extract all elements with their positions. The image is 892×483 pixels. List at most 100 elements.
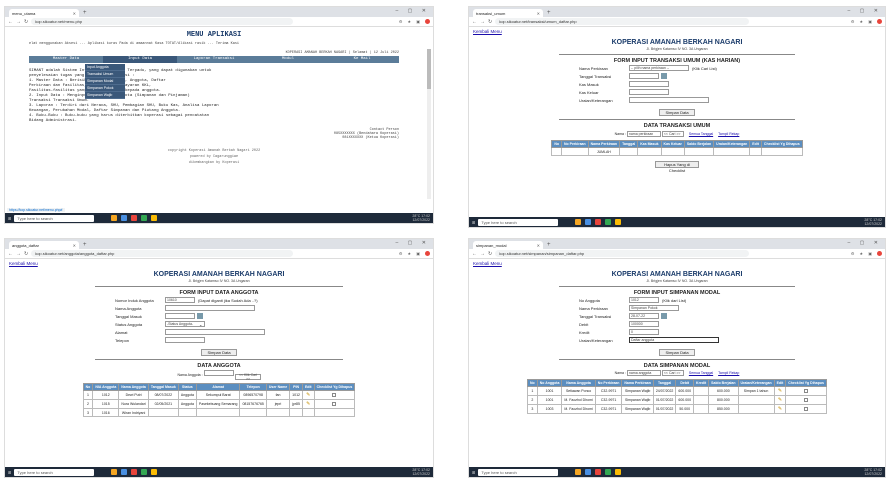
nama-anggota-input[interactable]: [165, 305, 255, 311]
calendar-icon[interactable]: [661, 73, 667, 79]
scrollbar[interactable]: [427, 49, 431, 199]
calendar-icon[interactable]: [197, 313, 203, 319]
windows-start-icon[interactable]: ⊞: [472, 470, 475, 475]
forward-icon[interactable]: →: [480, 251, 485, 257]
delete-checkbox[interactable]: [804, 406, 809, 411]
search-input[interactable]: [203, 370, 234, 376]
url-field[interactable]: kop.sikoatur.net/menu.php: [31, 18, 293, 25]
app-icon[interactable]: [131, 215, 138, 221]
reload-icon[interactable]: ↻: [24, 251, 28, 257]
app-icon[interactable]: [141, 469, 148, 475]
app-icon[interactable]: [121, 215, 128, 221]
nama-perkiraan-select[interactable]: Simpanan Pokok: [629, 305, 679, 311]
nia-input[interactable]: 10610: [165, 297, 195, 303]
back-icon[interactable]: ←: [8, 251, 13, 257]
delete-checked-button[interactable]: Hapus Yang di Checklist: [655, 161, 699, 173]
browser-tab[interactable]: simpanan_modal ✕: [473, 241, 543, 249]
nav-modul[interactable]: Modul: [251, 56, 325, 63]
dropdown-item[interactable]: Input Anggota: [85, 64, 125, 71]
uraian-input[interactable]: [629, 97, 709, 103]
kas-keluar-input[interactable]: [629, 89, 669, 95]
back-icon[interactable]: ←: [8, 19, 13, 25]
back-to-menu-link[interactable]: Kembali Menu: [473, 261, 502, 266]
close-tab-icon[interactable]: ✕: [537, 243, 540, 248]
app-icon[interactable]: [141, 215, 148, 221]
profile-icon[interactable]: [425, 251, 430, 256]
delete-checkbox[interactable]: [804, 397, 809, 402]
extensions-icon[interactable]: ⚙ ★ ▣: [399, 251, 422, 256]
window-controls[interactable]: – ▢ ✕: [396, 240, 430, 246]
all-dates-link[interactable]: Semua Tanggal: [689, 132, 713, 136]
window-controls[interactable]: – ▢ ✕: [848, 8, 882, 14]
save-button[interactable]: Simpan Data: [201, 349, 237, 356]
back-icon[interactable]: ←: [472, 19, 477, 25]
url-field[interactable]: kop.sikoatur.net/anggota/anggota_daftar.…: [31, 250, 293, 257]
app-icon[interactable]: [131, 469, 138, 475]
delete-checkbox[interactable]: [332, 392, 337, 397]
taskbar-search[interactable]: Type here to search: [14, 214, 95, 222]
reload-icon[interactable]: ↻: [24, 19, 28, 25]
app-icon[interactable]: [615, 469, 622, 475]
forward-icon[interactable]: →: [480, 19, 485, 25]
app-icon[interactable]: [151, 469, 158, 475]
show-recap-link[interactable]: Tampil Rekap: [718, 371, 739, 375]
dropdown-item[interactable]: Simpanan Modal: [85, 78, 125, 85]
taskbar-search[interactable]: Type here to search: [14, 468, 95, 476]
windows-start-icon[interactable]: ⊞: [8, 470, 11, 475]
app-icon[interactable]: [595, 469, 602, 475]
delete-checkbox[interactable]: [804, 388, 809, 393]
extensions-icon[interactable]: ⚙ ★ ▣: [399, 19, 422, 24]
app-icon[interactable]: [595, 219, 602, 225]
taskbar-search[interactable]: Type here to search: [478, 468, 559, 476]
kredit-input[interactable]: 0: [629, 329, 659, 335]
windows-start-icon[interactable]: ⊞: [472, 220, 475, 225]
back-icon[interactable]: ←: [472, 251, 477, 257]
profile-icon[interactable]: [877, 19, 882, 24]
profile-icon[interactable]: [425, 19, 430, 24]
windows-start-icon[interactable]: ⊞: [8, 216, 11, 221]
edit-pencil-icon[interactable]: ✎: [306, 392, 310, 398]
search-input[interactable]: nama perkiraan: [626, 131, 661, 137]
forward-icon[interactable]: →: [16, 19, 21, 25]
delete-checkbox[interactable]: [332, 401, 337, 406]
edit-pencil-icon[interactable]: ✎: [778, 406, 782, 412]
extensions-icon[interactable]: ⚙ ★ ▣: [851, 19, 874, 24]
back-to-menu-link[interactable]: Kembali Menu: [473, 29, 502, 34]
url-field[interactable]: kop.sikoatur.net/transaksi/umum_daftar.p…: [495, 18, 750, 25]
browser-tab[interactable]: menu_utama ✕: [9, 9, 79, 17]
app-icon[interactable]: [575, 219, 582, 225]
extensions-icon[interactable]: ⚙ ★ ▣: [851, 251, 874, 256]
app-icon[interactable]: [575, 469, 582, 475]
profile-icon[interactable]: [877, 251, 882, 256]
calendar-icon[interactable]: [661, 313, 667, 319]
reload-icon[interactable]: ↻: [488, 251, 492, 257]
tanggal-masuk-input[interactable]: [165, 313, 195, 319]
forward-icon[interactable]: →: [16, 251, 21, 257]
app-icon[interactable]: [151, 215, 158, 221]
app-icon[interactable]: [585, 469, 592, 475]
search-button[interactable]: << Cari >>: [661, 131, 684, 137]
debit-input[interactable]: 100000: [629, 321, 659, 327]
new-tab-icon[interactable]: +: [83, 241, 87, 249]
url-field[interactable]: kop.sikoatur.net/simpanan/simpanan_dafta…: [495, 250, 750, 257]
new-tab-icon[interactable]: +: [547, 241, 551, 249]
dropdown-item[interactable]: Transaksi Umum: [85, 71, 125, 78]
close-tab-icon[interactable]: ✕: [73, 11, 76, 16]
dropdown-item[interactable]: Simpanan Pokok: [85, 85, 125, 92]
back-to-menu-link[interactable]: Kembali Menu: [9, 261, 38, 266]
show-recap-link[interactable]: Tampil Rekap: [718, 132, 739, 136]
window-controls[interactable]: – ▢ ✕: [396, 8, 430, 14]
edit-pencil-icon[interactable]: ✎: [778, 397, 782, 403]
alamat-input[interactable]: [165, 329, 265, 335]
taskbar-search[interactable]: Type here to search: [478, 218, 559, 226]
uraian-input[interactable]: Daftar anggota: [629, 337, 719, 343]
edit-pencil-icon[interactable]: ✎: [306, 401, 310, 407]
telepon-input[interactable]: [165, 337, 205, 343]
new-tab-icon[interactable]: +: [83, 9, 87, 17]
window-controls[interactable]: – ▢ ✕: [848, 240, 882, 246]
nav-input-data[interactable]: Input Data: [103, 56, 177, 63]
browser-tab[interactable]: transaksi_umum ✕: [473, 9, 543, 17]
app-icon[interactable]: [615, 219, 622, 225]
search-input[interactable]: nama anggota: [626, 370, 661, 376]
nav-mail[interactable]: Ke Mail: [325, 56, 399, 63]
